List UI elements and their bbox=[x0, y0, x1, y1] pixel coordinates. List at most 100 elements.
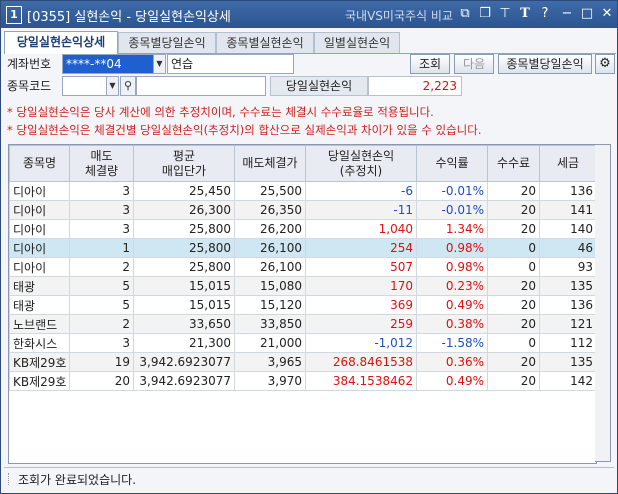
cell-sell-price: 15,080 bbox=[234, 276, 306, 296]
cell-tax: 112 bbox=[539, 333, 596, 353]
font-icon[interactable]: T bbox=[517, 5, 533, 23]
cell-sell-price: 3,970 bbox=[234, 371, 306, 391]
cell-name: KB제29호 bbox=[9, 371, 70, 391]
total-realized-value: 2,223 bbox=[368, 76, 462, 96]
cell-rate: -0.01% bbox=[416, 181, 488, 201]
table-row[interactable]: KB제29호 19 3,942.6923077 3,965 268.8461538 0.3… bbox=[9, 352, 596, 372]
table-row[interactable]: KB제29호 20 3,942.6923077 3,970 384.1538462 0.4… bbox=[9, 371, 596, 391]
col-header-tax[interactable]: 세금 bbox=[539, 145, 596, 182]
stock-dropdown-icon[interactable]: ▼ bbox=[106, 76, 119, 96]
cell-name: 디아이 bbox=[9, 257, 70, 277]
col-header-pnl[interactable]: 당일실현손익 (추정치) bbox=[305, 145, 417, 182]
table-row[interactable]: 태광 5 15,015 15,120 369 0.49% 20 136 bbox=[9, 295, 596, 315]
cell-pnl: 268.8461538 bbox=[305, 352, 417, 372]
cell-sell-price: 25,500 bbox=[234, 181, 306, 201]
cell-tax: 93 bbox=[539, 257, 596, 277]
realized-detail-table: 종목명 매도 체결량 평균 매입단가 매도체결가 당일실현손익 (추정치) 수익… bbox=[8, 144, 597, 464]
cell-sell-qty: 3 bbox=[69, 333, 134, 353]
stock-code-label: 종목코드 bbox=[7, 79, 52, 93]
account-name-field: 연습 bbox=[167, 54, 294, 74]
cell-fee: 20 bbox=[487, 200, 540, 220]
settings-gear-icon[interactable]: ⚙ bbox=[595, 54, 615, 74]
table-row[interactable]: 디아이 1 25,800 26,100 254 0.98% 0 46 bbox=[9, 238, 596, 258]
cell-pnl: -11 bbox=[305, 200, 417, 220]
table-row[interactable]: 디아이 2 25,800 26,100 507 0.98% 0 93 bbox=[9, 257, 596, 277]
cell-fee: 20 bbox=[487, 371, 540, 391]
cell-rate: 0.23% bbox=[416, 276, 488, 296]
account-dropdown-icon[interactable]: ▼ bbox=[153, 54, 166, 74]
total-realized-label: 당일실현손익 bbox=[270, 76, 368, 96]
stock-code-row: 종목코드 ▼ ⚲ 당일실현손익 2,223 bbox=[4, 76, 616, 98]
cell-tax: 46 bbox=[539, 238, 596, 258]
cell-rate: 0.98% bbox=[416, 238, 488, 258]
tab-daily-realized-detail[interactable]: 당일실현손익상세 bbox=[4, 31, 118, 54]
account-number-field[interactable]: ****-**04 bbox=[62, 54, 155, 74]
next-button[interactable]: 다음 bbox=[454, 54, 494, 74]
cell-tax: 135 bbox=[539, 352, 596, 372]
by-stock-button[interactable]: 종목별당일손익 bbox=[498, 54, 592, 74]
status-message: 조회가 완료되었습니다. bbox=[18, 473, 137, 487]
cell-tax: 135 bbox=[539, 276, 596, 296]
notice-line-1: * 당일실현손익은 당사 계산에 의한 추정치이며, 수수료는 체결시 수수료율… bbox=[7, 105, 434, 119]
col-header-sell-price[interactable]: 매도체결가 bbox=[234, 145, 306, 182]
maximize-icon[interactable]: □ bbox=[579, 5, 595, 23]
cell-name: 태광 bbox=[9, 295, 70, 315]
table-row[interactable]: 디아이 3 25,450 25,500 -6 -0.01% 20 136 bbox=[9, 181, 596, 201]
cell-fee: 0 bbox=[487, 238, 540, 258]
cell-name: 노브랜드 bbox=[9, 314, 70, 334]
col-header-fee[interactable]: 수수료 bbox=[487, 145, 540, 182]
table-row[interactable]: 노브랜드 2 33,650 33,850 259 0.38% 20 121 bbox=[9, 314, 596, 334]
cell-pnl: 259 bbox=[305, 314, 417, 334]
notice-text: * 당일실현손익은 당사 계산에 의한 추정치이며, 수수료는 체결시 수수료율… bbox=[7, 103, 613, 139]
pin-icon[interactable]: ⊤ bbox=[497, 5, 513, 23]
stock-code-input[interactable] bbox=[62, 76, 107, 96]
compare-link[interactable]: 국내VS미국주식 비교 bbox=[345, 7, 453, 24]
cell-rate: -1.58% bbox=[416, 333, 488, 353]
cell-avg-price: 25,800 bbox=[133, 238, 235, 258]
table-row[interactable]: 태광 5 15,015 15,080 170 0.23% 20 135 bbox=[9, 276, 596, 296]
status-grip bbox=[8, 473, 11, 485]
cell-name: KB제29호 bbox=[9, 352, 70, 372]
cell-sell-qty: 19 bbox=[69, 352, 134, 372]
close-icon[interactable]: ✕ bbox=[599, 5, 615, 23]
cell-fee: 0 bbox=[487, 257, 540, 277]
cell-name: 디아이 bbox=[9, 238, 70, 258]
cell-avg-price: 15,015 bbox=[133, 276, 235, 296]
tab-realized-by-stock[interactable]: 종목별실현손익 bbox=[216, 32, 314, 53]
cell-avg-price: 21,300 bbox=[133, 333, 235, 353]
cell-name: 디아이 bbox=[9, 181, 70, 201]
cell-fee: 20 bbox=[487, 314, 540, 334]
col-header-avg-price[interactable]: 평균 매입단가 bbox=[133, 145, 235, 182]
table-scrollbar[interactable] bbox=[595, 144, 611, 462]
col-header-rate[interactable]: 수익률 bbox=[416, 145, 488, 182]
tab-daily-by-stock[interactable]: 종목별당일손익 bbox=[118, 32, 216, 53]
table-row[interactable]: 디아이 3 25,800 26,200 1,040 1.34% 20 140 bbox=[9, 219, 596, 239]
table-row[interactable]: 한화시스 3 21,300 21,000 -1,012 -1.58% 0 112 bbox=[9, 333, 596, 353]
query-button[interactable]: 조회 bbox=[410, 54, 450, 74]
cell-rate: 0.49% bbox=[416, 295, 488, 315]
cell-fee: 0 bbox=[487, 333, 540, 353]
cell-rate: 0.49% bbox=[416, 371, 488, 391]
cell-tax: 121 bbox=[539, 314, 596, 334]
notice-line-2: * 당일실현손익은 체결건별 당일실현손익(추정치)의 합산으로 실제손익과 차… bbox=[7, 123, 482, 137]
restore-icon[interactable]: ❐ bbox=[477, 5, 493, 23]
table-row[interactable]: 디아이 3 26,300 26,350 -11 -0.01% 20 141 bbox=[9, 200, 596, 220]
help-icon[interactable]: ? bbox=[537, 5, 553, 23]
copy-icon[interactable]: ⧉ bbox=[457, 5, 473, 23]
search-icon[interactable]: ⚲ bbox=[120, 76, 136, 96]
title-bar[interactable]: 1 [0355] 실현손익 - 당일실현손익상세 국내VS미국주식 비교 ⧉ ❐… bbox=[1, 1, 617, 28]
tab-realized-by-day[interactable]: 일별실현손익 bbox=[314, 32, 400, 53]
cell-pnl: 384.1538462 bbox=[305, 371, 417, 391]
cell-rate: 0.36% bbox=[416, 352, 488, 372]
col-header-name[interactable]: 종목명 bbox=[9, 145, 70, 182]
table-header-row: 종목명 매도 체결량 평균 매입단가 매도체결가 당일실현손익 (추정치) 수익… bbox=[9, 145, 596, 182]
minimize-icon[interactable]: − bbox=[559, 5, 575, 23]
cell-tax: 141 bbox=[539, 200, 596, 220]
col-header-sell-qty[interactable]: 매도 체결량 bbox=[69, 145, 134, 182]
stock-name-field bbox=[136, 76, 266, 96]
cell-sell-price: 33,850 bbox=[234, 314, 306, 334]
cell-pnl: 507 bbox=[305, 257, 417, 277]
window-number: 1 bbox=[6, 6, 22, 24]
cell-tax: 140 bbox=[539, 219, 596, 239]
title-bar-icons: ⧉ ❐ ⊤ T ? − □ ✕ bbox=[455, 5, 615, 23]
